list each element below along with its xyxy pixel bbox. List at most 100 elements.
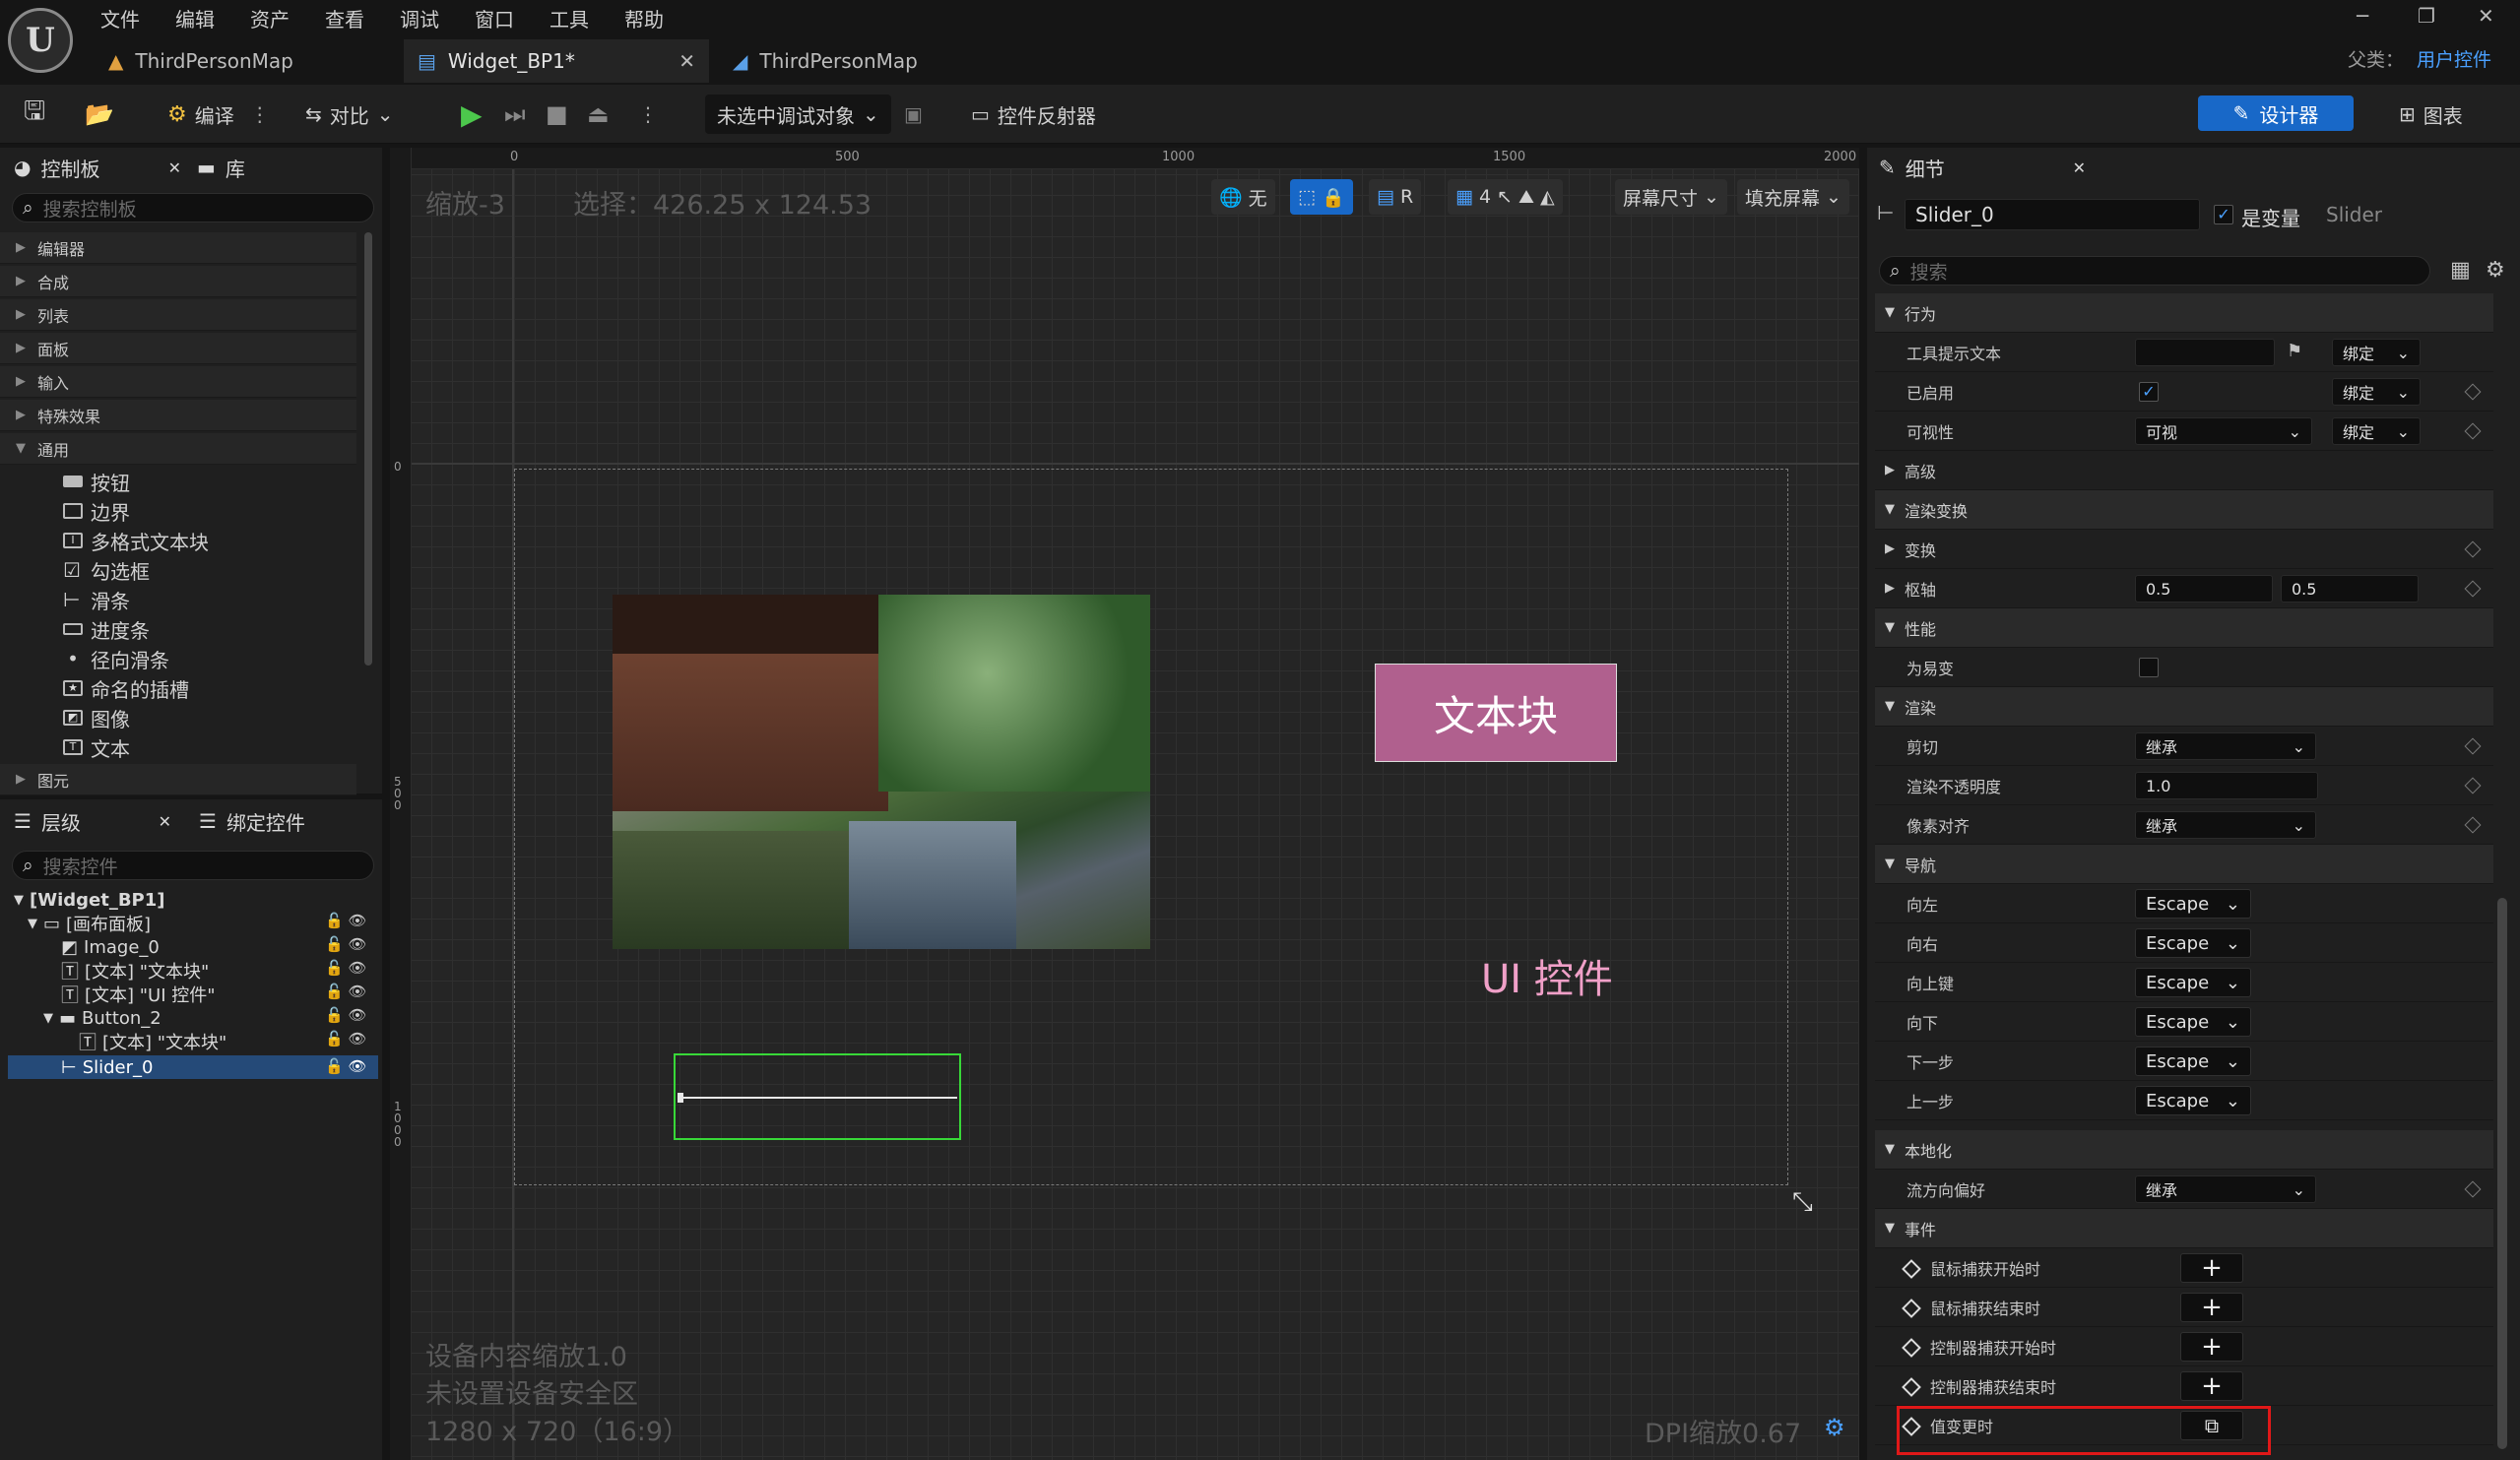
save-icon[interactable]: 🖫 [24, 95, 45, 134]
section-rendering[interactable]: ▼ 渲染 [1875, 687, 2493, 727]
add-event-button[interactable]: + [2180, 1371, 2243, 1401]
designer-button[interactable]: ✎ 设计器 [2198, 95, 2354, 131]
play-options-icon[interactable]: ⋮ [638, 95, 658, 134]
debug-browse-icon[interactable]: ▣ [904, 95, 923, 134]
unreal-logo-icon[interactable]: U [8, 8, 73, 73]
tree-image-0[interactable]: ◩ Image_0 [61, 935, 160, 959]
palette-item-progressbar[interactable]: 进度条 [63, 614, 150, 644]
graph-button[interactable]: ⊞ 图表 [2399, 95, 2463, 134]
pivot-x-field[interactable]: 0.5 [2135, 575, 2273, 603]
enabled-bind-select[interactable]: 绑定 ⌄ [2332, 378, 2421, 406]
nav-down-select[interactable]: Escape ⌄ [2135, 1007, 2251, 1037]
category-panel[interactable]: ▶ 面板 [0, 333, 356, 364]
menu-help[interactable]: 帮助 [624, 4, 664, 32]
landscape-image[interactable] [613, 595, 1150, 949]
lock-eye-icon[interactable]: 🔓 👁 [325, 912, 367, 929]
diff-button[interactable]: ⇆ 对比 ⌄ [305, 95, 394, 134]
category-input[interactable]: ▶ 输入 [0, 366, 356, 398]
table-view-icon[interactable]: ▦ [2450, 258, 2471, 283]
menu-file[interactable]: 文件 [100, 4, 140, 32]
slider-handle[interactable] [678, 1093, 683, 1103]
snap-r-toggle[interactable]: ▤ R [1369, 179, 1422, 215]
minimize-icon[interactable]: ─ [2357, 4, 2368, 28]
flag-icon[interactable]: ⚑ [2287, 341, 2302, 361]
tree-slider-0[interactable]: ⊢ Slider_0 [61, 1055, 153, 1079]
hierarchy-search-input[interactable]: ⌕ 搜索控件 [12, 851, 374, 880]
palette-search-input[interactable]: ⌕ 搜索控制板 [12, 193, 374, 222]
grid-snap-toggle[interactable]: ▦ 4 ↖ ⛰ ◭ [1448, 179, 1563, 215]
palette-item-radial-slider[interactable]: • 径向滑条 [63, 644, 169, 673]
add-event-button[interactable]: + [2180, 1332, 2243, 1362]
row-transform[interactable]: ▶ 变换 [1875, 530, 2493, 569]
close-tab-icon[interactable]: ✕ [2073, 159, 2086, 177]
palette-item-slider[interactable]: ⊢ 滑条 [63, 585, 130, 614]
hierarchy-tab[interactable]: ☰ 层级 ✕ [14, 803, 171, 839]
lock-eye-icon[interactable]: 🔓 👁 [325, 1030, 367, 1047]
lock-eye-icon[interactable]: 🔓 👁 [325, 959, 367, 977]
close-window-icon[interactable]: ✕ [2478, 4, 2494, 28]
debug-target-select[interactable]: 未选中调试对象 ⌄ [705, 95, 891, 134]
dpi-settings-gear-icon[interactable]: ⚙ [1824, 1414, 1845, 1441]
bind-widgets-tab[interactable]: ☰ 绑定控件 [199, 803, 305, 839]
tooltip-field[interactable] [2135, 339, 2275, 366]
is-variable-checkbox[interactable]: ✓ [2214, 205, 2233, 224]
section-behavior[interactable]: ▼ 行为 [1875, 293, 2493, 333]
palette-item-checkbox[interactable]: ☑ 勾选框 [63, 555, 150, 585]
palette-tab[interactable]: ◕ 控制板 ✕ [14, 150, 181, 185]
tree-root[interactable]: ▼ [Widget_BP1] [14, 888, 165, 912]
section-performance[interactable]: ▼ 性能 [1875, 608, 2493, 648]
palette-scrollbar[interactable] [364, 232, 372, 666]
parent-class-link[interactable]: 用户控件 [2417, 45, 2491, 72]
step-icon[interactable]: ⏭ [504, 95, 526, 134]
row-advanced[interactable]: ▶ 高级 [1875, 451, 2493, 490]
tab-widget-bp1[interactable]: ▤ Widget_BP1* ✕ [404, 39, 709, 83]
compile-button[interactable]: ⚙ 编译 ⋮ [167, 95, 270, 134]
palette-item-richtext[interactable]: I 多格式文本块 [63, 526, 209, 555]
slider-selection-box[interactable] [674, 1053, 961, 1140]
palette-item-border[interactable]: 边界 [63, 496, 130, 526]
widget-name-field[interactable]: Slider_0 [1905, 199, 2200, 230]
browse-icon[interactable]: 📂 [85, 95, 114, 134]
tree-text-ui[interactable]: 🅃 [文本] "UI 控件" [61, 983, 216, 1006]
fill-screen-select[interactable]: 填充屏幕 ⌄ [1737, 179, 1849, 215]
stop-icon[interactable]: ■ [546, 95, 568, 134]
menu-tools[interactable]: 工具 [549, 4, 589, 32]
widget-reflector-button[interactable]: ▭ 控件反射器 [971, 95, 1096, 134]
palette-item-text[interactable]: T 文本 [63, 732, 130, 762]
flow-direction-select[interactable]: 继承 ⌄ [2135, 1175, 2316, 1203]
category-editor[interactable]: ▶ 编辑器 [0, 232, 356, 264]
nav-up-select[interactable]: Escape ⌄ [2135, 968, 2251, 997]
nav-left-select[interactable]: Escape ⌄ [2135, 889, 2251, 919]
palette-item-named-slot[interactable]: ★ 命名的插槽 [63, 673, 189, 703]
lock-eye-icon[interactable]: 🔓 👁 [325, 935, 367, 953]
menu-debug[interactable]: 调试 [400, 4, 439, 32]
tab-thirdpersonmap-1[interactable]: ▲ ThirdPersonMap [95, 39, 400, 83]
tree-button-text[interactable]: 🅃 [文本] "文本块" [79, 1030, 226, 1053]
tab-thirdpersonmap-2[interactable]: ◢ ThirdPersonMap [719, 39, 1024, 83]
close-tab-icon[interactable]: ✕ [678, 49, 695, 73]
add-event-button[interactable]: + [2180, 1293, 2243, 1322]
ui-control-text[interactable]: UI 控件 [1481, 947, 1613, 1004]
menu-edit[interactable]: 编辑 [175, 4, 215, 32]
pixel-snap-select[interactable]: 继承 ⌄ [2135, 811, 2316, 839]
category-primitive[interactable]: ▶ 图元 [0, 764, 356, 795]
nav-right-select[interactable]: Escape ⌄ [2135, 928, 2251, 958]
section-localization[interactable]: ▼ 本地化 [1875, 1130, 2493, 1170]
palette-item-button[interactable]: 按钮 [63, 467, 130, 496]
eject-icon[interactable]: ⏏ [587, 95, 610, 134]
screen-size-select[interactable]: 屏幕尺寸 ⌄ [1615, 179, 1727, 215]
settings-gear-icon[interactable]: ⚙ [2486, 258, 2505, 283]
details-scrollbar[interactable] [2497, 898, 2507, 1449]
more-icon[interactable]: ⋮ [250, 102, 270, 126]
canvas-button-text-block[interactable]: 文本块 [1375, 664, 1617, 762]
details-tab[interactable]: ✎ 细节 ✕ [1879, 150, 2086, 185]
section-render-transform[interactable]: ▼ 渲染变换 [1875, 490, 2493, 530]
nav-prev-select[interactable]: Escape ⌄ [2135, 1086, 2251, 1115]
slider-track[interactable] [679, 1097, 957, 1099]
visibility-bind-select[interactable]: 绑定 ⌄ [2332, 417, 2421, 445]
visibility-select[interactable]: 可视 ⌄ [2135, 417, 2312, 445]
clipping-select[interactable]: 继承 ⌄ [2135, 732, 2316, 760]
category-common[interactable]: ▼ 通用 [0, 433, 356, 465]
respect-locks-toggle[interactable]: ⬚ 🔒 [1290, 179, 1353, 215]
category-special-effects[interactable]: ▶ 特殊效果 [0, 400, 356, 431]
